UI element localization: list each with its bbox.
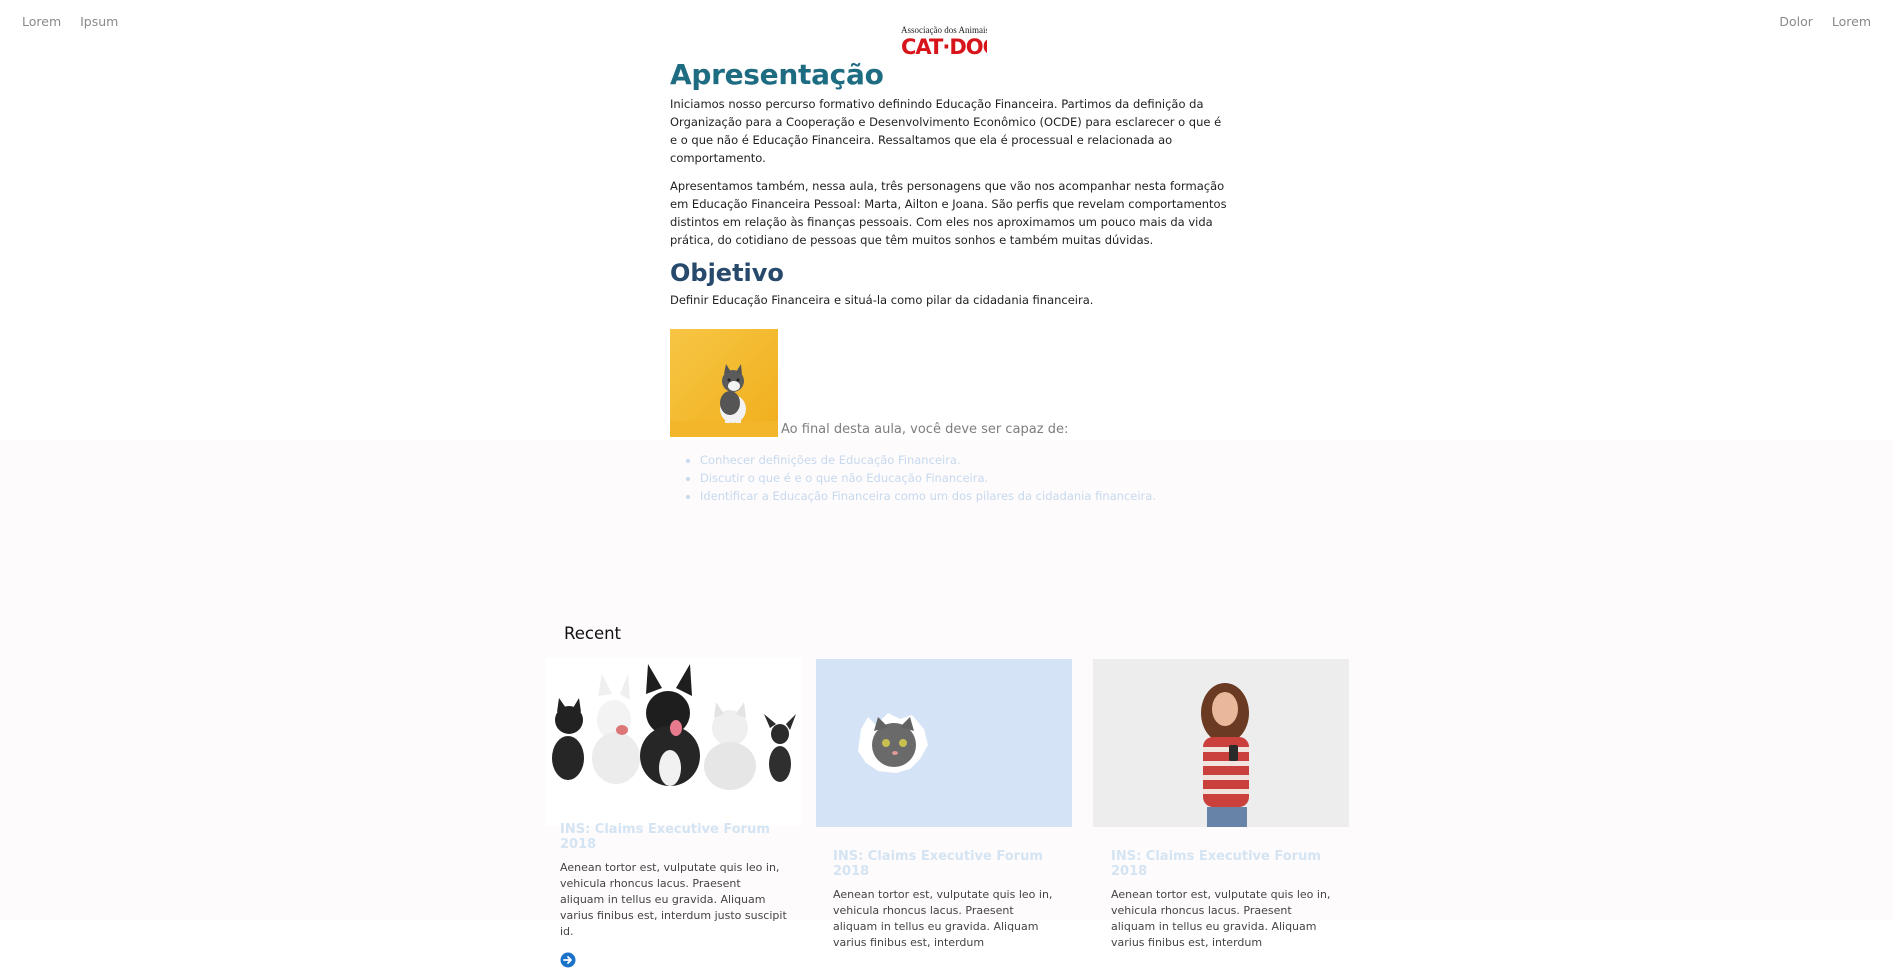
nav-link-dolor[interactable]: Dolor xyxy=(1779,14,1813,29)
card-image-woman-phone[interactable] xyxy=(1093,659,1349,827)
card-title[interactable]: INS: Claims Executive Forum 2018 xyxy=(1111,849,1331,879)
article-paragraph-1: Iniciamos nosso percurso formativo defin… xyxy=(670,97,1222,165)
objective-title: Objetivo xyxy=(670,259,784,287)
recent-card-3[interactable]: INS: Claims Executive Forum 2018 Aenean … xyxy=(1093,659,1349,951)
card-image-pets[interactable] xyxy=(546,658,802,826)
article-title: Apresentação xyxy=(670,58,884,91)
top-nav-right: Dolor Lorem xyxy=(1764,14,1871,29)
logo-text-top: Associação dos Animais xyxy=(901,25,987,35)
figure-row: Ao final desta aula, você deve ser capaz… xyxy=(670,319,1230,437)
goal-item: Identificar a Educação Financeira como u… xyxy=(700,487,1230,505)
recent-card-2[interactable]: INS: Claims Executive Forum 2018 Aenean … xyxy=(816,659,1072,951)
goals-list: Conhecer definições de Educação Financei… xyxy=(670,451,1230,505)
goal-item: Conhecer definições de Educação Financei… xyxy=(700,451,1230,469)
nav-link-lorem[interactable]: Lorem xyxy=(22,14,61,29)
objective-text: Definir Educação Financeira e situá-la c… xyxy=(670,293,1094,307)
card-title[interactable]: INS: Claims Executive Forum 2018 xyxy=(560,822,788,852)
recent-section-title: Recent xyxy=(564,624,622,643)
nav-link-ipsum[interactable]: Ipsum xyxy=(80,14,118,29)
card-image-cat-hole[interactable] xyxy=(816,659,1072,827)
arrow-right-circle-icon[interactable] xyxy=(560,952,576,968)
card-text: Aenean tortor est, vulputate quis leo in… xyxy=(560,861,787,938)
article: Apresentação Iniciamos nosso percurso fo… xyxy=(670,58,1230,505)
top-nav-left: Lorem Ipsum xyxy=(22,14,133,29)
recent-card-1[interactable]: INS: Claims Executive Forum 2018 Aenean … xyxy=(546,658,802,972)
logo-text-main: CAT·DOG xyxy=(901,35,987,59)
kitten-image xyxy=(670,329,778,437)
goal-item: Discutir o que é e o que não Educação Fi… xyxy=(700,469,1230,487)
goals-intro: Ao final desta aula, você deve ser capaz… xyxy=(781,422,1069,437)
article-paragraph-2: Apresentamos também, nessa aula, três pe… xyxy=(670,179,1227,247)
card-text: Aenean tortor est, vulputate quis leo in… xyxy=(833,888,1053,949)
nav-link-lorem-right[interactable]: Lorem xyxy=(1832,14,1871,29)
card-text: Aenean tortor est, vulputate quis leo in… xyxy=(1111,888,1331,949)
card-title[interactable]: INS: Claims Executive Forum 2018 xyxy=(833,849,1055,879)
